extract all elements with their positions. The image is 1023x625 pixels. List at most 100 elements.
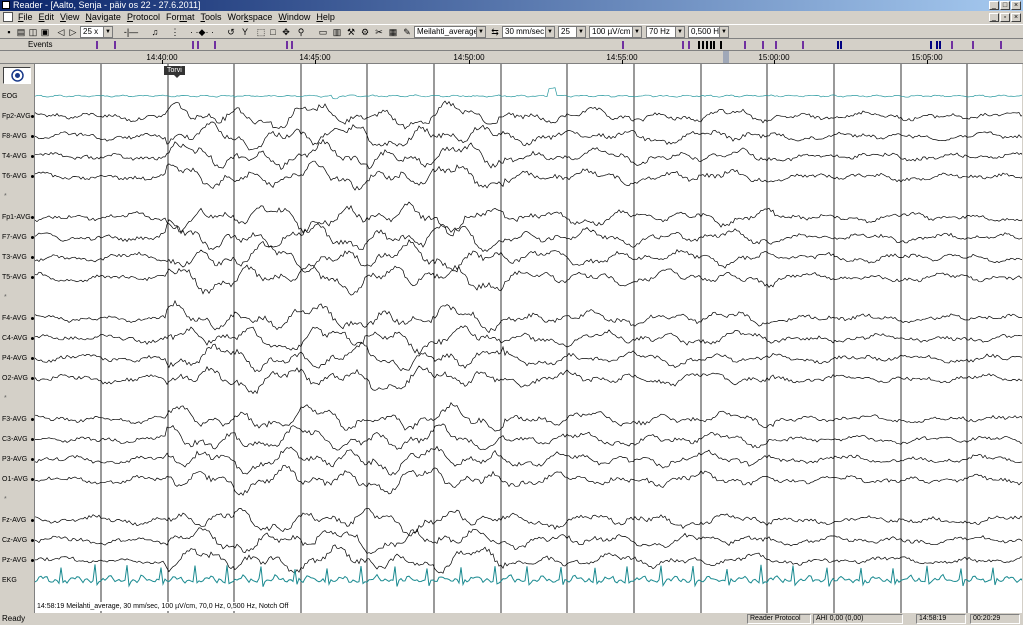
event-mark[interactable] xyxy=(622,41,624,49)
eeg-trace-area[interactable]: Torvi 14:58:19 Meilahti_average, 30 mm/s… xyxy=(34,64,1022,613)
menu-workspace[interactable]: Workspace xyxy=(225,11,276,24)
montage-edit-icon[interactable]: ✎ xyxy=(402,27,412,37)
channel-label-t5-avg[interactable]: T5-AVG xyxy=(2,273,27,282)
channel-label-fp1-avg[interactable]: Fp1-AVG xyxy=(2,213,31,222)
channel-label-c4-avg[interactable]: C4-AVG xyxy=(2,334,28,343)
close-button[interactable]: × xyxy=(1011,1,1021,10)
channel-label-t4-avg[interactable]: T4-AVG xyxy=(2,152,27,161)
rectangle-icon[interactable]: □ xyxy=(268,27,278,37)
menu-file[interactable]: File xyxy=(15,11,36,24)
event-mark[interactable] xyxy=(192,41,194,49)
audio-icon[interactable]: ♫ xyxy=(150,27,160,37)
channel-label-p3-avg[interactable]: P3-AVG xyxy=(2,455,27,464)
channel-label-f7-avg[interactable]: F7-AVG xyxy=(2,233,27,242)
event-mark[interactable] xyxy=(114,41,116,49)
menu-navigate[interactable]: Navigate xyxy=(82,11,124,24)
print-icon[interactable]: ▤ xyxy=(16,27,26,37)
trace-eog[interactable] xyxy=(35,87,1022,100)
page-forward-icon[interactable]: ▷ xyxy=(68,27,78,37)
child-minimize-button[interactable]: _ xyxy=(989,13,999,22)
trace-p4-avg[interactable] xyxy=(35,341,1022,373)
event-mark[interactable] xyxy=(682,41,684,49)
event-mark[interactable] xyxy=(698,41,700,49)
event-mark[interactable] xyxy=(951,41,953,49)
trace-cz-avg[interactable] xyxy=(35,527,1022,554)
menu-help[interactable]: Help xyxy=(313,11,338,24)
event-mark[interactable] xyxy=(930,41,932,49)
menu-format[interactable]: Format xyxy=(163,11,198,24)
zoom-select[interactable]: 25 x ▼ xyxy=(80,26,113,38)
maximize-button[interactable]: □ xyxy=(1000,1,1010,10)
move-icon[interactable]: ✥ xyxy=(281,27,291,37)
speed-select[interactable]: 30 mm/sec ▼ xyxy=(502,26,555,38)
event-mark[interactable] xyxy=(286,41,288,49)
timeline[interactable]: 14:40:00 14:45:00 14:50:00 14:55:00 15:00:00… xyxy=(0,51,1023,64)
channel-label-c3-avg[interactable]: C3-AVG xyxy=(2,435,28,444)
trace-fp2-avg[interactable] xyxy=(35,100,1022,130)
trace-c4-avg[interactable] xyxy=(35,325,1022,355)
channel-label-fz-avg[interactable]: Fz-AVG xyxy=(2,516,26,525)
menu-protocol[interactable]: Protocol xyxy=(124,11,163,24)
channel-label-o2-avg[interactable]: O2-AVG xyxy=(2,374,28,383)
event-mark[interactable] xyxy=(1000,41,1002,49)
minimize-button[interactable]: _ xyxy=(989,1,999,10)
trace-t3-avg[interactable] xyxy=(35,239,1022,273)
montage-select[interactable]: Meilahti_average ▼ xyxy=(414,26,486,38)
channel-icon[interactable]: ⇆ xyxy=(490,27,500,37)
event-mark[interactable] xyxy=(710,41,712,49)
cut-icon[interactable]: ✂ xyxy=(374,27,384,37)
trace-f8-avg[interactable] xyxy=(35,121,1022,151)
high-filter-select[interactable]: 70 Hz ▼ xyxy=(646,26,685,38)
zoom-icon[interactable]: ⚲ xyxy=(296,27,306,37)
child-close-button[interactable]: × xyxy=(1011,13,1021,22)
menu-tools[interactable]: Tools xyxy=(197,11,224,24)
sensitivity-select[interactable]: 100 µV/cm ▼ xyxy=(589,26,642,38)
menu-window[interactable]: Window xyxy=(275,11,313,24)
trace-fz-avg[interactable] xyxy=(35,507,1022,537)
event-mark[interactable] xyxy=(688,41,690,49)
channel-label-pz-avg[interactable]: Pz-AVG xyxy=(2,556,27,565)
target-button[interactable] xyxy=(3,67,31,84)
eeg-traces[interactable] xyxy=(35,64,1022,613)
channel-label-o1-avg[interactable]: O1-AVG xyxy=(2,475,28,484)
channel-label-eog[interactable]: EOG xyxy=(2,92,18,101)
event-marker-torvi[interactable]: Torvi xyxy=(164,66,185,75)
event-mark[interactable] xyxy=(214,41,216,49)
tools-icon[interactable]: ⚒ xyxy=(346,27,356,37)
save-icon[interactable]: ▪ xyxy=(4,27,14,37)
filter-icon[interactable]: Y xyxy=(240,27,250,37)
event-mark[interactable] xyxy=(840,41,842,49)
montage-icon[interactable]: ▭ xyxy=(318,27,328,37)
channel-label-ekg[interactable]: EKG xyxy=(2,576,17,585)
event-mark[interactable] xyxy=(802,41,804,49)
menu-view[interactable]: View xyxy=(57,11,82,24)
print-preview-icon[interactable]: ◫ xyxy=(28,27,38,37)
menu-edit[interactable]: Edit xyxy=(36,11,58,24)
markers-icon[interactable]: · ·◆· · xyxy=(182,27,222,37)
page-back-icon[interactable]: ◁ xyxy=(56,27,66,37)
low-filter-select[interactable]: 0,500 Hz ▼ xyxy=(688,26,729,38)
event-mark[interactable] xyxy=(939,41,941,49)
event-mark[interactable] xyxy=(197,41,199,49)
page-select[interactable]: 25 ▼ xyxy=(558,26,586,38)
child-restore-button[interactable]: ▫ xyxy=(1000,13,1010,22)
channel-label-t3-avg[interactable]: T3-AVG xyxy=(2,253,27,262)
event-mark[interactable] xyxy=(837,41,839,49)
event-mark[interactable] xyxy=(702,41,704,49)
event-mark[interactable] xyxy=(291,41,293,49)
layout-icon[interactable]: ▥ xyxy=(332,27,342,37)
event-mark[interactable] xyxy=(775,41,777,49)
event-mark[interactable] xyxy=(972,41,974,49)
events-track[interactable]: Events xyxy=(0,39,1023,51)
trace-o2-avg[interactable] xyxy=(35,365,1022,395)
trace-c3-avg[interactable] xyxy=(35,423,1022,451)
channel-label-t6-avg[interactable]: T6-AVG xyxy=(2,172,27,181)
open-icon[interactable]: ▣ xyxy=(40,27,50,37)
camera-icon[interactable]: ▦ xyxy=(388,27,398,37)
trace-ekg[interactable] xyxy=(35,564,1022,588)
trace-f7-avg[interactable] xyxy=(35,219,1022,253)
trace-pz-avg[interactable] xyxy=(35,544,1022,574)
event-mark[interactable] xyxy=(936,41,938,49)
channel-label-p4-avg[interactable]: P4-AVG xyxy=(2,354,27,363)
event-mark[interactable] xyxy=(720,41,722,49)
